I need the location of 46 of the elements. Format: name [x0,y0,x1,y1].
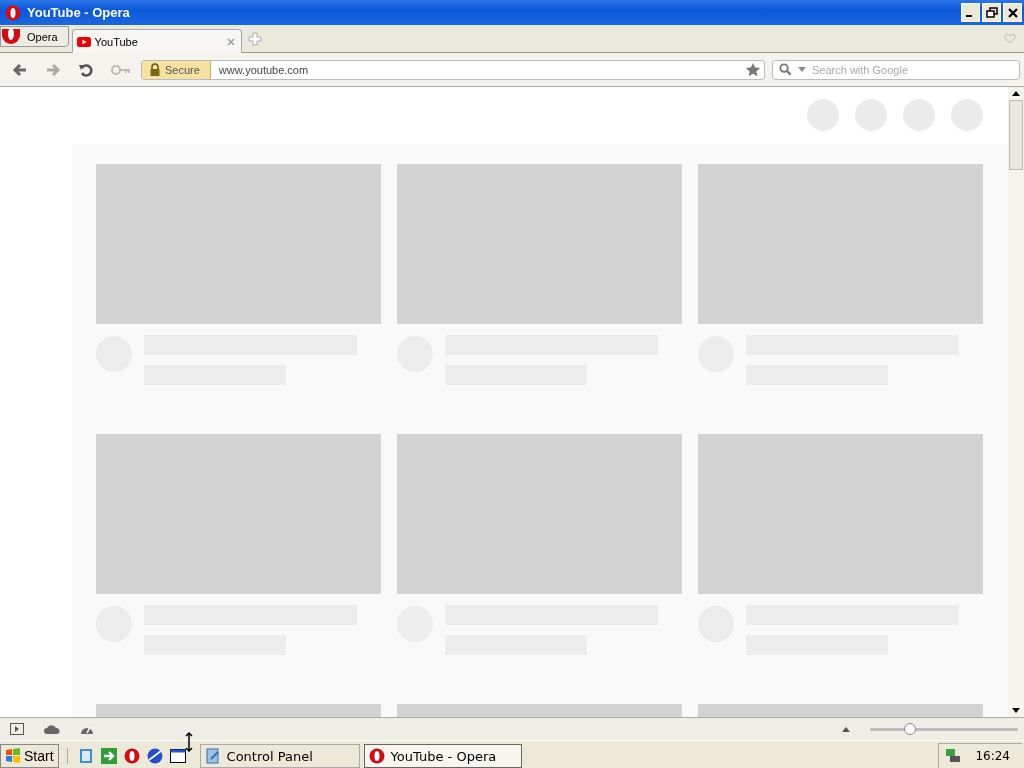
opera-logo-icon [1,28,21,45]
scroll-up-arrow-icon[interactable] [1012,91,1020,96]
lock-icon [150,63,160,76]
control-panel-icon [204,748,221,764]
opera-logo-icon [5,4,21,21]
dropdown-caret-icon[interactable] [798,67,806,72]
windows-logo-icon [5,748,21,764]
star-icon[interactable] [745,61,761,78]
opera-menu-button[interactable]: Opera [0,26,69,47]
resize-cursor-icon [185,732,193,752]
globe-icon[interactable] [146,748,163,764]
minimize-icon [966,15,972,17]
search-icon [779,63,792,76]
document-icon[interactable] [77,748,94,764]
window-title: YouTube - Opera [27,5,130,20]
taskbar-button[interactable]: Control Panel [199,744,360,768]
zoom-slider[interactable] [870,722,1018,736]
panel-toggle-icon[interactable] [10,723,24,735]
secure-badge[interactable]: Secure [142,60,211,79]
play-logo-icon [76,36,91,47]
address-field[interactable]: Secure www.youtube.com [141,59,765,80]
close-icon [1006,6,1019,19]
clock: 16:24 [975,749,1010,763]
close-button[interactable] [1003,3,1022,22]
vertical-scrollbar[interactable] [1008,87,1024,717]
arrow-icon[interactable] [100,748,117,764]
search-bar[interactable]: Search with Google [772,59,1020,80]
restore-button[interactable] [982,3,1001,22]
window-icon[interactable] [169,748,186,764]
close-tab-icon[interactable] [226,37,235,46]
restore-icon [985,6,998,19]
cloud-icon[interactable] [44,724,60,734]
browser-tab[interactable]: YouTube [71,29,242,53]
url-text: www.youtube.com [218,63,310,76]
opera-logo-icon[interactable] [123,748,140,764]
opera-logo-icon [368,748,385,764]
scrollbar-thumb[interactable] [1009,100,1023,170]
up-caret-icon[interactable] [842,726,850,732]
minimize-button[interactable] [961,3,980,22]
start-button[interactable]: Start [0,744,59,768]
scroll-down-arrow-icon[interactable] [1012,708,1020,713]
back-arrow-icon[interactable] [12,61,28,78]
zoom-slider-thumb[interactable] [903,723,916,735]
network-icon[interactable] [945,748,962,764]
taskbar-button[interactable]: YouTube - Opera [363,744,522,768]
reload-icon[interactable] [78,61,94,78]
